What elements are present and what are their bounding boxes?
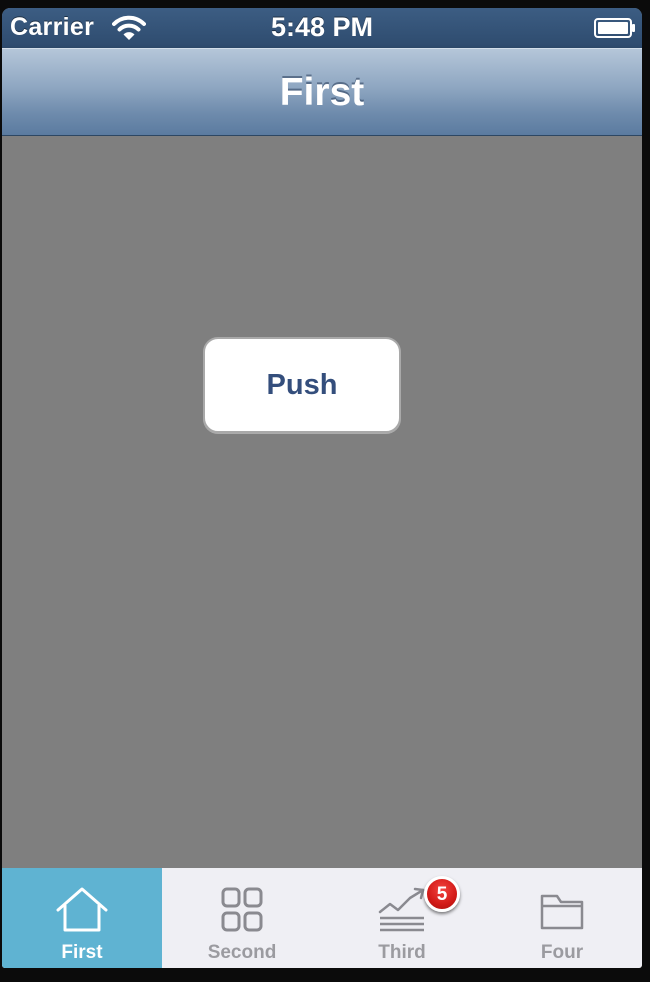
battery-icon [594,18,635,38]
tab-label: First [61,942,103,963]
tab-label: Four [540,942,584,963]
tab-second[interactable]: Second [162,868,322,968]
tab-bar: First Second Third Four 5 [2,868,642,968]
tab-first[interactable]: First [2,868,162,968]
tab-four[interactable]: Four [482,868,642,968]
chart-icon [378,887,425,932]
grid-icon [221,887,263,932]
content-area: Push [2,136,642,868]
push-button[interactable]: Push [203,337,401,433]
tab-label: Second [207,942,277,963]
tab-label: Third [378,942,426,963]
status-time: 5:48 PM [270,12,374,42]
home-icon [56,887,108,932]
app-screen: Carrier 5:48 PM First Push First Second … [2,8,642,968]
tab-third[interactable]: Third [322,868,482,968]
navigation-bar: First [2,48,642,136]
notification-badge: 5 [424,876,460,912]
status-bar: Carrier 5:48 PM [2,8,642,48]
folder-icon [540,894,584,930]
nav-title: First [279,71,365,114]
